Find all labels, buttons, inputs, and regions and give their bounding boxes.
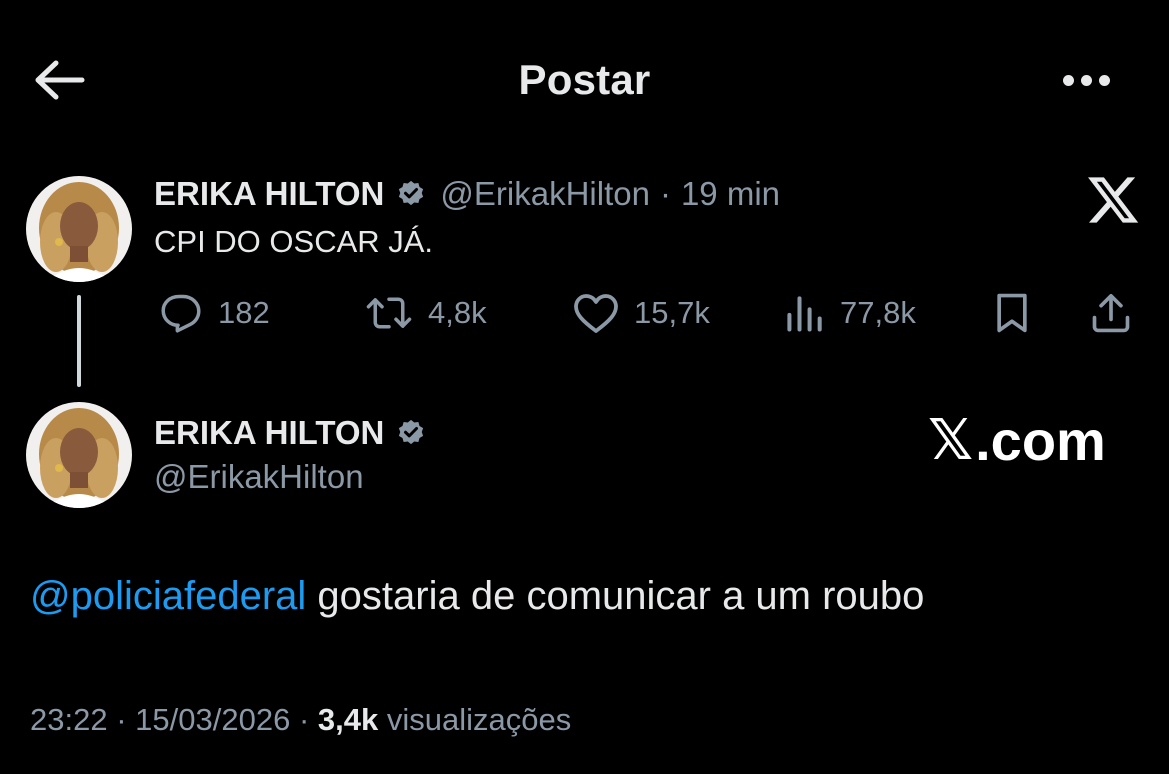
meta-separator: ·	[298, 702, 310, 737]
like-icon	[574, 294, 618, 333]
quoted-tweet-text: CPI DO OSCAR JÁ.	[154, 224, 434, 259]
like-button[interactable]: 15,7k	[572, 290, 710, 336]
x-com-watermark: 𝕏 .com	[928, 408, 1106, 473]
meta-separator: ·	[116, 702, 127, 737]
x-logo-icon	[1085, 172, 1141, 228]
views-label: visualizações	[386, 702, 572, 737]
avatar[interactable]	[26, 176, 132, 282]
tweet-time[interactable]: 23:22	[30, 702, 108, 737]
reply-icon	[161, 294, 201, 333]
post-page: Postar ERIKA HILTON @ErikakHilton · 19 m…	[0, 0, 1169, 774]
meta-separator: ·	[659, 175, 671, 212]
avatar[interactable]	[26, 402, 132, 508]
views-button[interactable]: 77,8k	[784, 290, 916, 336]
like-count: 15,7k	[634, 295, 710, 330]
repost-button[interactable]: 4,8k	[364, 290, 487, 336]
bookmark-icon[interactable]	[990, 290, 1034, 336]
main-tweet-text: @policiafederal gostaria de comunicar a …	[30, 574, 924, 619]
tweet-time[interactable]: 19 min	[681, 175, 780, 213]
author-name[interactable]: ERIKA HILTON	[154, 414, 384, 452]
repost-count: 4,8k	[428, 295, 487, 330]
page-title: Postar	[518, 56, 651, 103]
author-handle[interactable]: @ErikakHilton	[440, 175, 650, 213]
reply-button[interactable]: 182	[158, 290, 270, 336]
more-icon[interactable]	[1052, 62, 1120, 98]
tweet-body: gostaria de comunicar a um roubo	[306, 574, 925, 618]
views-count: 77,8k	[840, 295, 916, 330]
views-count: 3,4k	[317, 702, 379, 737]
main-tweet-header: ERIKA HILTON	[154, 410, 440, 456]
share-icon[interactable]	[1088, 290, 1134, 336]
watermark-domain: .com	[975, 409, 1106, 472]
author-handle[interactable]: @ErikakHilton	[154, 458, 364, 496]
reply-count: 182	[218, 295, 270, 330]
tweet-date[interactable]: 15/03/2026	[135, 702, 290, 737]
repost-icon	[366, 297, 412, 329]
views-icon	[787, 296, 822, 332]
verified-icon	[396, 179, 426, 209]
tweet-metadata: 23:22 · 15/03/2026 · 3,4k visualizações	[30, 702, 571, 738]
mention-link[interactable]: @policiafederal	[30, 574, 306, 618]
quoted-tweet-header: ERIKA HILTON @ErikakHilton · 19 min	[154, 172, 780, 216]
verified-icon	[396, 418, 426, 448]
x-logo-glyph: 𝕏	[928, 408, 974, 473]
author-name[interactable]: ERIKA HILTON	[154, 175, 384, 213]
thread-connector	[77, 295, 81, 387]
